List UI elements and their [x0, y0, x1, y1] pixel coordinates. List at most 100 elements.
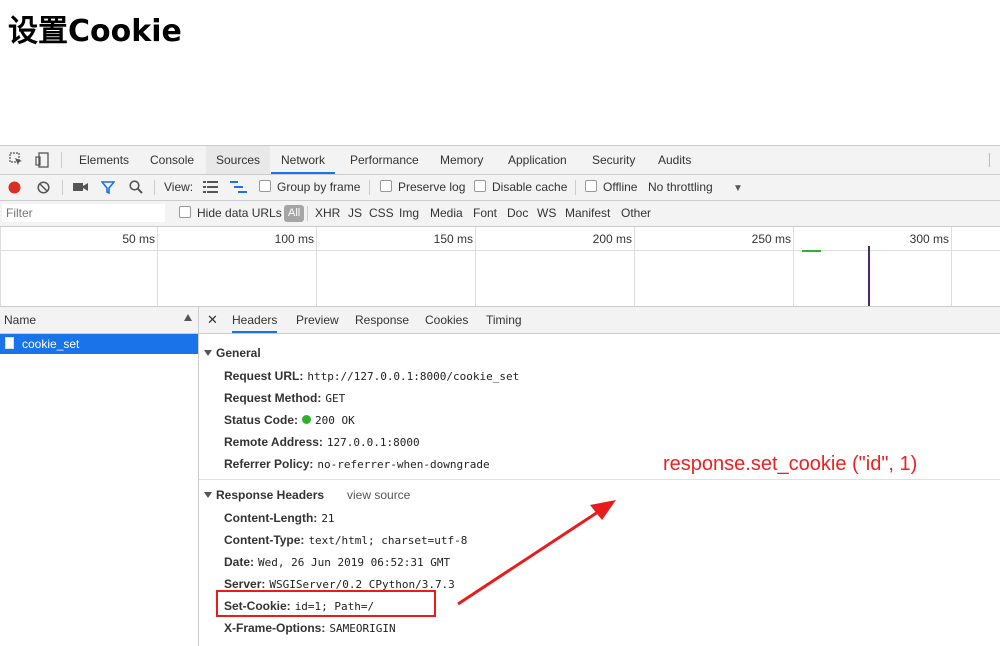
header-key: Referrer Policy: — [224, 457, 314, 471]
timeline-gridline — [951, 227, 952, 306]
hide-data-urls-label: Hide data URLs — [197, 206, 282, 220]
sort-ascending-icon — [184, 314, 192, 321]
filter-input[interactable] — [2, 204, 165, 222]
more-tabs-divider — [989, 153, 990, 167]
close-icon[interactable]: ✕ — [207, 312, 218, 328]
filter-type-doc[interactable]: Doc — [507, 205, 528, 222]
header-key: Request URL: — [224, 369, 304, 383]
tab-application[interactable]: Application — [498, 146, 577, 174]
header-value: text/html; charset=utf-8 — [308, 534, 468, 547]
header-row: Content-Length: 21 — [224, 511, 335, 525]
clear-icon[interactable] — [37, 181, 50, 198]
tab-sources[interactable]: Sources — [206, 146, 271, 174]
header-key: Content-Type: — [224, 533, 305, 547]
filter-type-xhr[interactable]: XHR — [315, 205, 340, 222]
document-icon — [5, 337, 14, 349]
timeline-gridline — [0, 227, 1, 306]
header-row: Date: Wed, 26 Jun 2019 06:52:31 GMT — [224, 555, 450, 569]
tab-timing[interactable]: Timing — [486, 307, 522, 333]
tab-security[interactable]: Security — [582, 146, 645, 174]
filter-type-other[interactable]: Other — [621, 205, 651, 222]
header-value: 200 OK — [315, 414, 355, 427]
header-key: Request Method: — [224, 391, 322, 405]
general-section-title: General — [216, 346, 261, 360]
tab-performance[interactable]: Performance — [340, 146, 429, 174]
checkbox-icon — [474, 180, 486, 192]
filter-type-img[interactable]: Img — [399, 205, 419, 222]
tab-network[interactable]: Network — [271, 146, 336, 174]
timeline-gridline — [793, 227, 794, 306]
tab-console[interactable]: Console — [140, 146, 204, 174]
header-row: X-Frame-Options: SAMEORIGIN — [224, 621, 396, 635]
waterfall-icon[interactable] — [230, 181, 247, 198]
timeline-gridline — [475, 227, 476, 306]
offline-checkbox[interactable]: Offline — [585, 179, 637, 196]
header-row: Status Code: 200 OK — [224, 413, 355, 427]
divider — [154, 180, 155, 195]
group-by-frame-checkbox[interactable]: Group by frame — [259, 179, 360, 196]
header-key: X-Frame-Options: — [224, 621, 326, 635]
tab-headers[interactable]: Headers — [232, 307, 278, 333]
device-toolbar-icon[interactable] — [34, 152, 50, 168]
checkbox-icon — [259, 180, 271, 192]
triangle-down-icon — [204, 350, 212, 356]
request-list: Name cookie_set — [0, 307, 199, 646]
header-value: no-referrer-when-downgrade — [317, 458, 490, 471]
throttling-select[interactable]: No throttling — [648, 179, 713, 196]
tab-memory[interactable]: Memory — [430, 146, 493, 174]
timeline-gridline — [157, 227, 158, 306]
group-by-frame-label: Group by frame — [277, 180, 361, 194]
header-row: Server: WSGIServer/0.2 CPython/3.7.3 — [224, 577, 455, 591]
preserve-log-checkbox[interactable]: Preserve log — [380, 179, 465, 196]
header-value: SAMEORIGIN — [329, 622, 396, 635]
chevron-down-icon[interactable]: ▼ — [733, 180, 743, 197]
divider — [307, 206, 308, 221]
header-value: 127.0.0.1:8000 — [326, 436, 420, 449]
header-row: Request Method: GET — [224, 391, 345, 405]
divider — [61, 152, 62, 168]
triangle-down-icon — [204, 492, 212, 498]
timeline-tick-label: 100 ms — [274, 232, 314, 246]
hide-data-urls-checkbox[interactable]: Hide data URLs — [179, 205, 282, 222]
timeline-tick-label: 150 ms — [433, 232, 473, 246]
filter-type-media[interactable]: Media — [430, 205, 463, 222]
offline-label: Offline — [603, 180, 638, 194]
disable-cache-checkbox[interactable]: Disable cache — [474, 179, 567, 196]
network-toolbar: View: Group by frame Preserve log Disabl… — [0, 175, 1000, 201]
devtools-tab-bar: Elements Console Sources Network Perform… — [0, 146, 1000, 175]
filter-type-font[interactable]: Font — [473, 205, 497, 222]
filter-type-ws[interactable]: WS — [537, 205, 556, 222]
header-key: Date: — [224, 555, 255, 569]
filter-type-all[interactable]: All — [284, 205, 305, 222]
tab-preview[interactable]: Preview — [296, 307, 339, 333]
record-icon[interactable] — [8, 181, 21, 198]
timeline-overview[interactable]: 50 ms 100 ms 150 ms 200 ms 250 ms 300 ms — [0, 227, 1000, 307]
request-row-cookie-set[interactable]: cookie_set — [0, 334, 198, 354]
divider — [199, 479, 1000, 480]
filter-icon[interactable] — [100, 181, 116, 198]
checkbox-icon — [380, 180, 392, 192]
large-rows-icon[interactable] — [203, 181, 218, 198]
timeline-tick-label: 50 ms — [122, 232, 155, 246]
tab-response[interactable]: Response — [355, 307, 409, 333]
name-column-header[interactable]: Name — [0, 307, 198, 334]
header-value: 21 — [321, 512, 335, 525]
load-event-marker — [868, 246, 870, 306]
header-row: Request URL: http://127.0.0.1:8000/cookie… — [224, 369, 519, 383]
filter-type-css[interactable]: CSS — [369, 205, 394, 222]
filter-type-js[interactable]: JS — [348, 205, 362, 222]
response-headers-section-toggle[interactable]: Response Headers — [204, 488, 324, 502]
search-icon[interactable] — [129, 180, 143, 197]
header-key: Status Code: — [224, 413, 299, 427]
timeline-gridline — [316, 227, 317, 306]
video-camera-icon[interactable] — [73, 181, 88, 198]
filter-type-manifest[interactable]: Manifest — [565, 205, 610, 222]
tab-elements[interactable]: Elements — [69, 146, 139, 174]
inspect-element-icon[interactable] — [8, 152, 24, 168]
tab-audits[interactable]: Audits — [648, 146, 701, 174]
name-column-label: Name — [4, 313, 37, 327]
view-source-link[interactable]: view source — [347, 488, 410, 502]
general-section-toggle[interactable]: General — [204, 346, 261, 360]
tab-cookies[interactable]: Cookies — [425, 307, 468, 333]
details-tab-bar: ✕ Headers Preview Response Cookies Timin… — [199, 307, 1000, 334]
